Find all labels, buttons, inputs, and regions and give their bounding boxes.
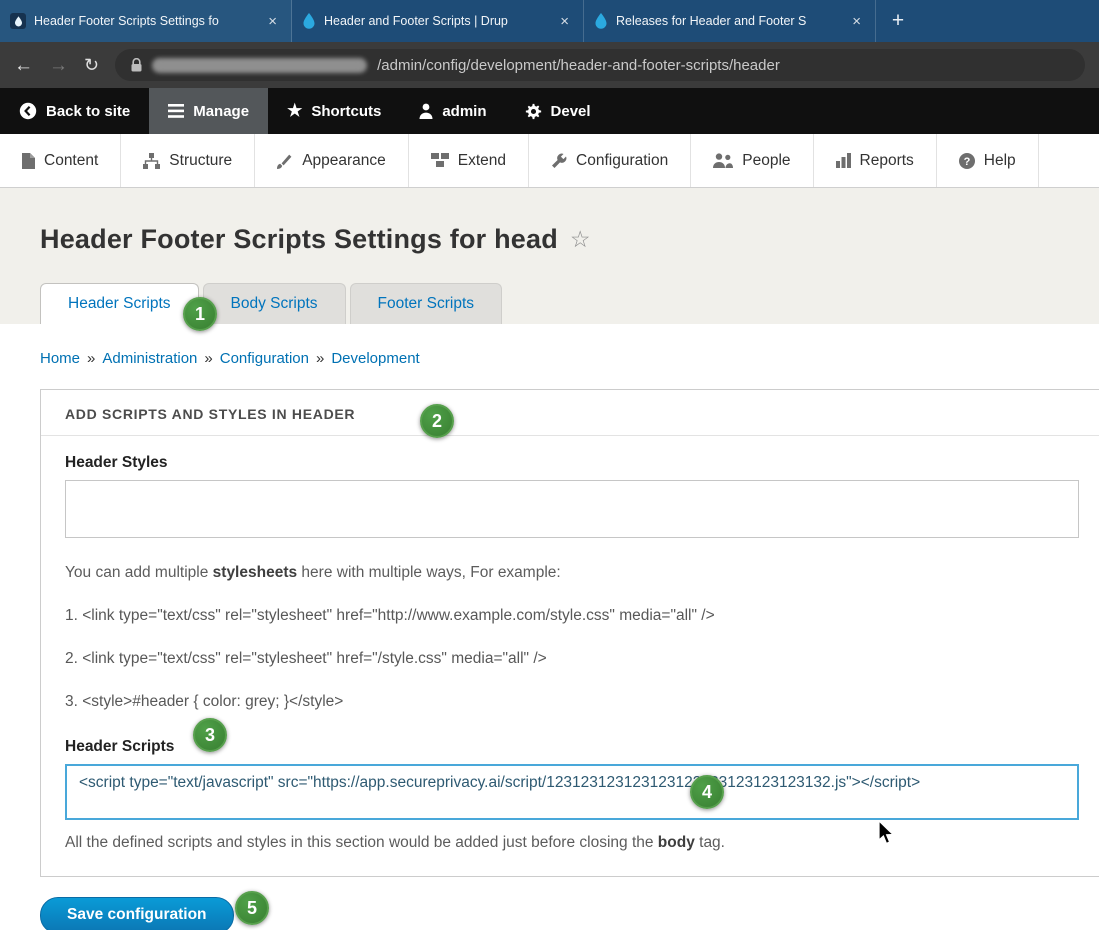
devel-label: Devel <box>551 103 591 120</box>
tab-title: Header Footer Scripts Settings fo <box>34 14 256 28</box>
annotation-badge-1: 1 <box>183 297 217 331</box>
save-configuration-button[interactable]: Save configuration <box>40 897 234 930</box>
back-to-site-icon <box>19 102 37 120</box>
menu-label: People <box>742 152 790 170</box>
wrench-icon <box>551 153 567 169</box>
admin-menu-bar: Content Structure Appearance Extend Conf… <box>0 134 1099 188</box>
toolbar-item-shortcuts[interactable]: ★ Shortcuts <box>268 88 400 134</box>
style-example-3: 3. <style>#header { color: grey; }</styl… <box>65 693 1079 711</box>
reload-icon[interactable]: ↻ <box>84 56 99 74</box>
breadcrumb-configuration[interactable]: Configuration <box>220 350 309 367</box>
star-icon: ★ <box>287 101 302 121</box>
lock-icon <box>131 58 142 72</box>
drupal-admin-toolbar: Back to site Manage ★ Shortcuts admin De… <box>0 88 1099 134</box>
appearance-icon <box>277 153 293 169</box>
styles-help-text: You can add multiple stylesheets here wi… <box>65 564 1079 582</box>
breadcrumb-administration[interactable]: Administration <box>102 350 197 367</box>
breadcrumb-home[interactable]: Home <box>40 350 80 367</box>
tab-title: Header and Footer Scripts | Drup <box>324 14 548 28</box>
style-example-1: 1. <link type="text/css" rel="stylesheet… <box>65 607 1079 625</box>
menu-item-extend[interactable]: Extend <box>409 134 529 187</box>
menu-item-people[interactable]: People <box>691 134 813 187</box>
page-header: Header Footer Scripts Settings for head … <box>0 188 1099 324</box>
header-styles-label: Header Styles <box>65 454 1079 472</box>
menu-label: Extend <box>458 152 506 170</box>
toolbar-item-devel[interactable]: Devel <box>506 88 610 134</box>
browser-tab-1[interactable]: Header Footer Scripts Settings fo × <box>0 0 292 42</box>
back-to-site-button[interactable]: Back to site <box>0 88 149 134</box>
annotation-badge-5: 5 <box>235 891 269 925</box>
hamburger-icon <box>168 104 184 118</box>
svg-text:?: ? <box>963 156 970 168</box>
help-icon: ? <box>959 153 975 169</box>
drupal-favicon <box>594 13 608 29</box>
menu-label: Reports <box>860 152 914 170</box>
scripts-help-text: All the defined scripts and styles in th… <box>65 834 1079 852</box>
browser-tab-3[interactable]: Releases for Header and Footer S × <box>584 0 876 42</box>
drupal-favicon <box>302 13 316 29</box>
back-to-site-label: Back to site <box>46 103 130 120</box>
style-example-2: 2. <link type="text/css" rel="stylesheet… <box>65 650 1079 668</box>
gear-icon <box>525 103 542 120</box>
forward-icon: → <box>49 56 68 75</box>
annotation-badge-4: 4 <box>690 775 724 809</box>
menu-item-help[interactable]: ? Help <box>937 134 1039 187</box>
address-bar: ← → ↻ /admin/config/development/header-a… <box>0 42 1099 88</box>
menu-item-content[interactable]: Content <box>0 134 121 187</box>
page-title: Header Footer Scripts Settings for head <box>40 224 558 255</box>
page-content: Home » Administration » Configuration » Develo… <box>0 324 1099 930</box>
bar-chart-icon <box>836 153 851 168</box>
browser-tab-2[interactable]: Header and Footer Scripts | Drup × <box>292 0 584 42</box>
content-icon <box>22 153 35 169</box>
menu-label: Content <box>44 152 98 170</box>
header-styles-textarea[interactable] <box>65 480 1079 538</box>
redacted-domain <box>152 58 367 73</box>
tab-close-icon[interactable]: × <box>556 12 573 31</box>
tab-body-scripts[interactable]: Body Scripts <box>203 283 346 324</box>
menu-label: Help <box>984 152 1016 170</box>
tab-close-icon[interactable]: × <box>848 12 865 31</box>
toolbar-item-manage[interactable]: Manage <box>149 88 268 134</box>
breadcrumb-development[interactable]: Development <box>331 350 419 367</box>
breadcrumb: Home » Administration » Configuration » Develo… <box>40 350 1099 367</box>
tab-close-icon[interactable]: × <box>264 12 281 31</box>
menu-label: Structure <box>169 152 232 170</box>
tab-footer-scripts[interactable]: Footer Scripts <box>350 283 502 324</box>
tab-title: Releases for Header and Footer S <box>616 14 840 28</box>
breadcrumb-separator: » <box>87 350 95 367</box>
user-icon <box>419 103 433 119</box>
back-icon[interactable]: ← <box>14 56 33 75</box>
fieldset-legend: ADD SCRIPTS AND STYLES IN HEADER <box>41 390 1099 436</box>
url-input[interactable]: /admin/config/development/header-and-foo… <box>115 49 1085 81</box>
menu-item-appearance[interactable]: Appearance <box>255 134 409 187</box>
browser-tab-bar: Header Footer Scripts Settings fo × Head… <box>0 0 1099 42</box>
annotation-badge-3: 3 <box>193 718 227 752</box>
tab-header-scripts[interactable]: Header Scripts <box>40 283 199 324</box>
extend-icon <box>431 153 449 168</box>
annotation-badge-2: 2 <box>420 404 454 438</box>
breadcrumb-separator: » <box>316 350 324 367</box>
mouse-cursor <box>878 820 896 846</box>
menu-item-structure[interactable]: Structure <box>121 134 255 187</box>
admin-user-label: admin <box>442 103 486 120</box>
header-scripts-fieldset: ADD SCRIPTS AND STYLES IN HEADER Header … <box>40 389 1099 877</box>
menu-label: Configuration <box>576 152 668 170</box>
manage-label: Manage <box>193 103 249 120</box>
site-favicon <box>10 13 26 29</box>
shortcuts-label: Shortcuts <box>311 103 381 120</box>
menu-label: Appearance <box>302 152 386 170</box>
menu-item-reports[interactable]: Reports <box>814 134 937 187</box>
new-tab-button[interactable]: + <box>876 0 920 42</box>
url-path-text: /admin/config/development/header-and-foo… <box>377 57 780 74</box>
toolbar-item-admin-user[interactable]: admin <box>400 88 505 134</box>
menu-item-configuration[interactable]: Configuration <box>529 134 691 187</box>
structure-icon <box>143 153 160 169</box>
favorite-star-icon[interactable]: ☆ <box>570 226 591 253</box>
breadcrumb-separator: » <box>204 350 212 367</box>
people-icon <box>713 153 733 168</box>
header-scripts-textarea[interactable]: <script type="text/javascript" src="http… <box>65 764 1079 820</box>
